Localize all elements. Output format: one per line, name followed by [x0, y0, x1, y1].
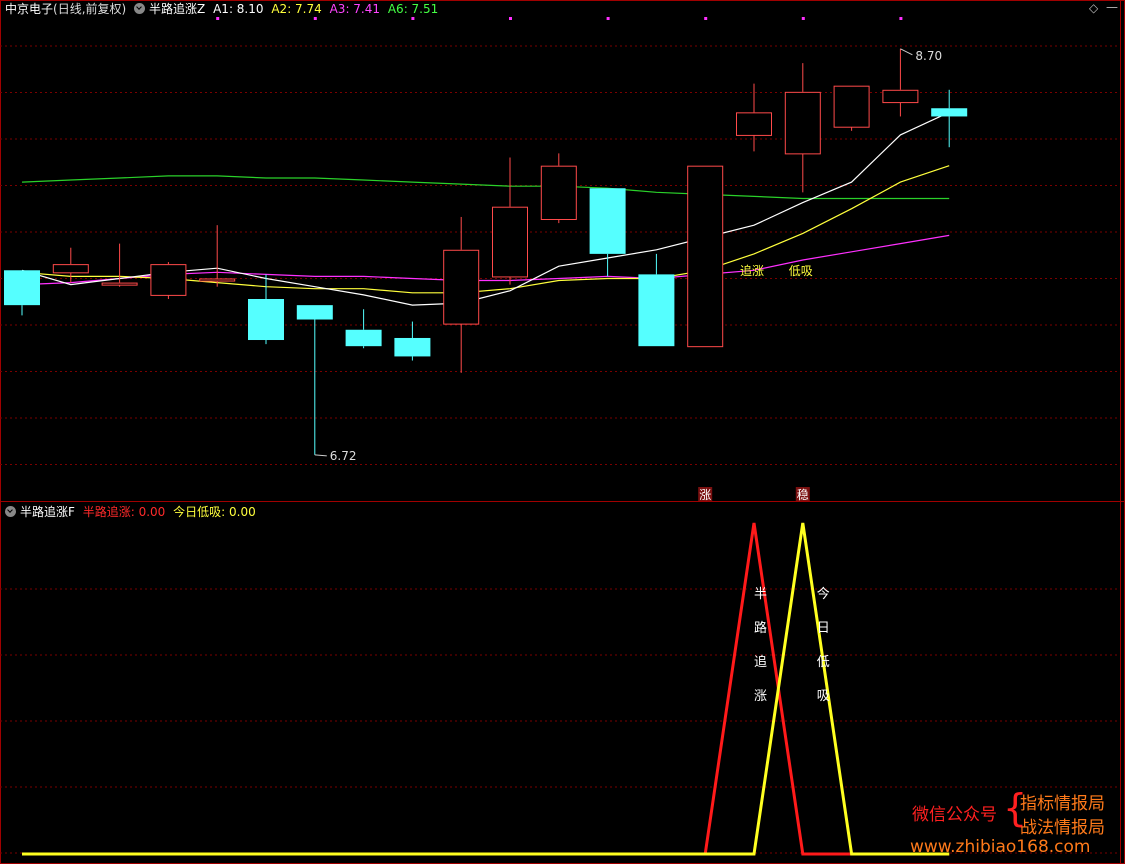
candle-body	[833, 85, 870, 128]
signal-dot	[899, 17, 903, 20]
candle-body	[150, 264, 187, 296]
minimize-icon[interactable]: —	[1106, 0, 1118, 14]
candle-body	[52, 264, 89, 274]
signal-badge-label: 涨	[699, 487, 711, 502]
high-price-label: 8.70	[915, 49, 942, 63]
candle-body	[345, 329, 382, 347]
signal-text-label: 低吸	[789, 264, 813, 278]
indicator-dropdown-icon[interactable]	[5, 506, 16, 517]
lowbuy-value: 今日低吸: 0.00	[173, 505, 256, 519]
ma-green-line	[21, 175, 950, 200]
chase-value: 半路追涨: 0.00	[82, 505, 166, 519]
signal-dot	[216, 17, 220, 20]
signal-dot	[801, 17, 805, 20]
candle-body	[882, 89, 919, 104]
candle-body	[638, 274, 675, 347]
price-mark-pointer	[314, 454, 327, 457]
signal-text-label: 追涨	[740, 263, 764, 278]
price-chart: 6.728.70追涨 低吸涨 稳半路追涨今日低吸	[0, 0, 1125, 864]
signal-dot	[411, 17, 415, 20]
vertical-signal-char: 低	[817, 655, 830, 670]
vertical-signal-char: 日	[817, 621, 830, 636]
period-label: (日线,前复权)	[53, 2, 127, 16]
candle-body	[199, 278, 236, 282]
vertical-signal-char: 吸	[817, 689, 830, 704]
signal-dot	[313, 17, 317, 20]
signal-dot	[606, 17, 610, 20]
candle-body	[540, 165, 577, 221]
candle-body	[931, 108, 968, 117]
a3-value: A3: 7.41	[329, 2, 381, 16]
sub-indicator-name[interactable]: 半路追涨F	[20, 505, 75, 519]
candle-body	[394, 337, 431, 357]
candle-body	[589, 188, 626, 254]
candle-body	[4, 270, 40, 306]
wechat-watermark: 微信公众号	[912, 805, 997, 825]
signal-line	[22, 522, 950, 856]
vertical-signal-char: 追	[754, 654, 767, 670]
candle-body	[296, 305, 333, 320]
signal-badge-label: 稳	[797, 487, 809, 502]
vertical-signal-char: 半	[754, 587, 767, 602]
candle-body	[784, 91, 821, 155]
candle-body	[101, 282, 138, 286]
stock-name: 中京电子	[5, 2, 54, 16]
watermark-url: www.zhibiao168.com	[910, 837, 1091, 857]
top-chart-header: 中京电子(日线,前复权) 半路追涨Z A1: 8.10 A2: 7.74 A3:…	[5, 1, 442, 17]
chart-frame	[0, 0, 1125, 864]
candle-body	[687, 165, 724, 348]
low-price-label: 6.72	[330, 449, 357, 463]
price-mark-pointer	[900, 48, 913, 56]
signal-dot	[704, 17, 708, 20]
vertical-signal-char: 涨	[754, 689, 767, 704]
signal-dot	[509, 17, 512, 20]
vertical-signal-char: 今	[817, 586, 830, 602]
watermark-line1: 指标情报局	[1020, 794, 1105, 814]
indicator-name[interactable]: 半路追涨Z	[149, 2, 205, 16]
indicator-dropdown-icon[interactable]	[134, 3, 146, 14]
a6-value: A6: 7.51	[387, 2, 439, 16]
diamond-icon[interactable]: ◇	[1089, 1, 1098, 15]
a1-value: A1: 8.10	[213, 2, 264, 16]
bottom-chart-header: 半路追涨F 半路追涨: 0.00 今日低吸: 0.00	[5, 504, 260, 520]
watermark-line2: 战法情报局	[1020, 818, 1105, 838]
candle-body	[248, 298, 284, 341]
candle-body	[492, 206, 528, 278]
candle-body	[736, 112, 772, 136]
vertical-signal-char: 路	[754, 620, 767, 636]
a2-value: A2: 7.74	[271, 2, 322, 16]
candle-body	[443, 249, 480, 325]
